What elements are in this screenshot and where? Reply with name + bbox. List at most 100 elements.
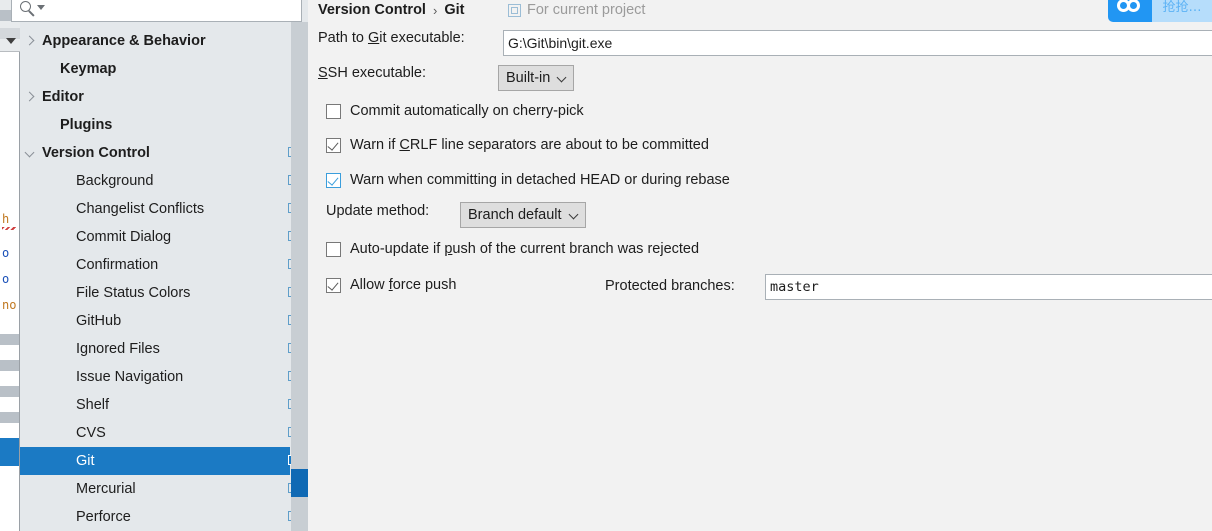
sidebar-item-label: Plugins [60, 117, 113, 133]
sidebar-item-confirmation[interactable]: Confirmation [20, 251, 302, 279]
background-code-fragment: o [2, 272, 10, 286]
protected-branches-value: master [770, 279, 819, 295]
chevron-down-icon [558, 74, 566, 82]
background-code-fragment: no [2, 298, 17, 312]
chevron-down-icon[interactable] [37, 5, 45, 10]
ssh-executable-label: SSH executable: [318, 65, 427, 81]
settings-scope-label: For current project [527, 2, 646, 18]
sidebar-item-label: GitHub [76, 313, 122, 329]
sidebar-item-git[interactable]: Git [20, 447, 302, 475]
protected-branches-input[interactable]: master [765, 274, 1212, 300]
sidebar-item-label: Perforce [76, 509, 131, 525]
background-selected-row [0, 438, 20, 466]
chevron-right-icon[interactable] [25, 36, 35, 46]
sidebar-item-keymap[interactable]: Keymap [20, 55, 290, 83]
warn-if--checkbox-row[interactable]: Warn if CRLF line separators are about t… [326, 137, 709, 153]
sidebar-item-appearance-behavior[interactable]: Appearance & Behavior [20, 27, 290, 55]
update-method-label: Update method: [326, 203, 430, 219]
sidebar-item-label: Git [76, 453, 95, 469]
sidebar-item-shelf[interactable]: Shelf [20, 391, 302, 419]
sidebar-item-label: Issue Navigation [76, 369, 184, 385]
chevron-right-icon[interactable] [25, 92, 35, 102]
sidebar-item-label: Shelf [76, 397, 110, 413]
sidebar-item-version-control[interactable]: Version Control [20, 139, 302, 167]
protected-branches-row: Protected branches: [605, 278, 735, 294]
sidebar-item-label: Ignored Files [76, 341, 160, 357]
auto-update-checkbox[interactable] [326, 241, 341, 257]
sidebar-item-label: CVS [76, 425, 106, 441]
sidebar-item-label: Editor [42, 89, 84, 105]
sidebar-item-editor[interactable]: Editor [20, 83, 290, 111]
sidebar-item-github[interactable]: GitHub [20, 307, 302, 335]
sidebar-item-commit-dialog[interactable]: Commit Dialog [20, 223, 302, 251]
settings-scope: For current project [508, 0, 645, 21]
allow-force-push-checkbox[interactable] [326, 277, 341, 293]
settings-content-panel: Version Control › Git For current projec… [308, 0, 1212, 531]
update-method-value: Branch default [468, 207, 562, 223]
sidebar-scrollbar-thumb[interactable] [291, 22, 308, 531]
warn-if--checkbox[interactable] [326, 137, 341, 153]
ssh-executable-dropdown[interactable]: Built-in [498, 65, 575, 91]
warn-when-committing-checkbox-row[interactable]: Warn when committing in detached HEAD or… [326, 172, 730, 188]
project-icon [508, 3, 521, 17]
background-row-band [0, 386, 20, 397]
sidebar-item-background[interactable]: Background [20, 167, 302, 195]
commit-automatically-on-label: Commit automatically on cherry-pick [350, 103, 584, 119]
search-box[interactable] [11, 0, 302, 22]
sidebar-item-file-status-colors[interactable]: File Status Colors [20, 279, 302, 307]
update-method-row: Update method: [326, 203, 429, 219]
search-input[interactable] [48, 0, 288, 17]
warn-when-committing-label: Warn when committing in detached HEAD or… [350, 172, 730, 188]
sidebar-item-plugins[interactable]: Plugins [20, 111, 290, 139]
git-path-input[interactable]: G:\Git\bin\git.exe [503, 30, 1212, 56]
settings-tree: Appearance & Behavior Keymap Editor Plugins… [20, 27, 302, 531]
sidebar-item-label: Changelist Conflicts [76, 201, 205, 217]
chevron-down-icon[interactable] [25, 148, 35, 158]
warn-when-committing-checkbox[interactable] [326, 172, 341, 188]
git-path-label: Path to Git executable: [318, 30, 465, 46]
git-path-value: G:\Git\bin\git.exe [508, 35, 613, 51]
background-code-fragment: o [2, 246, 10, 260]
breadcrumb: Version Control › Git [318, 0, 464, 21]
search-icon-handle [28, 10, 35, 17]
breadcrumb-current: Git [444, 2, 465, 18]
sidebar-item-issue-navigation[interactable]: Issue Navigation [20, 363, 302, 391]
ssh-executable-row: SSH executable: [318, 65, 426, 81]
sidebar-item-ignored-files[interactable]: Ignored Files [20, 335, 302, 363]
commit-automatically-on-checkbox-row[interactable]: Commit automatically on cherry-pick [326, 103, 584, 119]
floating-widget-text: 抢抢… [1162, 0, 1202, 15]
background-code-fragment: h [2, 212, 10, 226]
background-window-sliver: h o o no [0, 0, 20, 531]
floating-assistant-widget[interactable]: 抢抢… [1108, 0, 1212, 22]
auto-update-checkbox-row[interactable]: Auto-update if push of the current branc… [326, 241, 699, 257]
floating-widget-label[interactable]: 抢抢… [1152, 0, 1212, 22]
auto-update-label: Auto-update if push of the current branc… [350, 241, 700, 257]
sidebar-item-label: Mercurial [76, 481, 136, 497]
infinity-icon[interactable] [1108, 0, 1152, 22]
background-row-band [0, 360, 20, 371]
sidebar-item-cvs[interactable]: CVS [20, 419, 302, 447]
sidebar-item-label: Appearance & Behavior [42, 33, 206, 49]
sidebar-item-label: Keymap [60, 61, 117, 77]
chevron-down-icon [570, 211, 578, 219]
update-method-dropdown[interactable]: Branch default [460, 202, 586, 228]
sidebar-item-label: Confirmation [76, 257, 159, 273]
background-row-band [0, 334, 20, 345]
sidebar-item-changelist-conflicts[interactable]: Changelist Conflicts [20, 195, 302, 223]
sidebar-scrollbar-selection-marker [291, 469, 308, 497]
sidebar-item-label: File Status Colors [76, 285, 191, 301]
warn-if--label: Warn if CRLF line separators are about t… [350, 137, 709, 153]
sidebar-item-mercurial[interactable]: Mercurial [20, 475, 302, 503]
commit-automatically-on-checkbox[interactable] [326, 103, 341, 119]
error-squiggle [2, 227, 16, 230]
git-path-row: Path to Git executable: [318, 30, 465, 46]
background-dropdown-arrow [6, 38, 16, 44]
allow-force-push-checkbox-row[interactable]: Allow force push [326, 277, 456, 293]
breadcrumb-parent[interactable]: Version Control [318, 2, 426, 18]
ssh-executable-value: Built-in [506, 70, 551, 86]
sidebar-item-label: Background [76, 173, 154, 189]
breadcrumb-separator: › [432, 2, 438, 18]
sidebar-item-label: Version Control [42, 145, 150, 161]
sidebar-item-label: Commit Dialog [76, 229, 172, 245]
sidebar-item-perforce[interactable]: Perforce [20, 503, 302, 531]
